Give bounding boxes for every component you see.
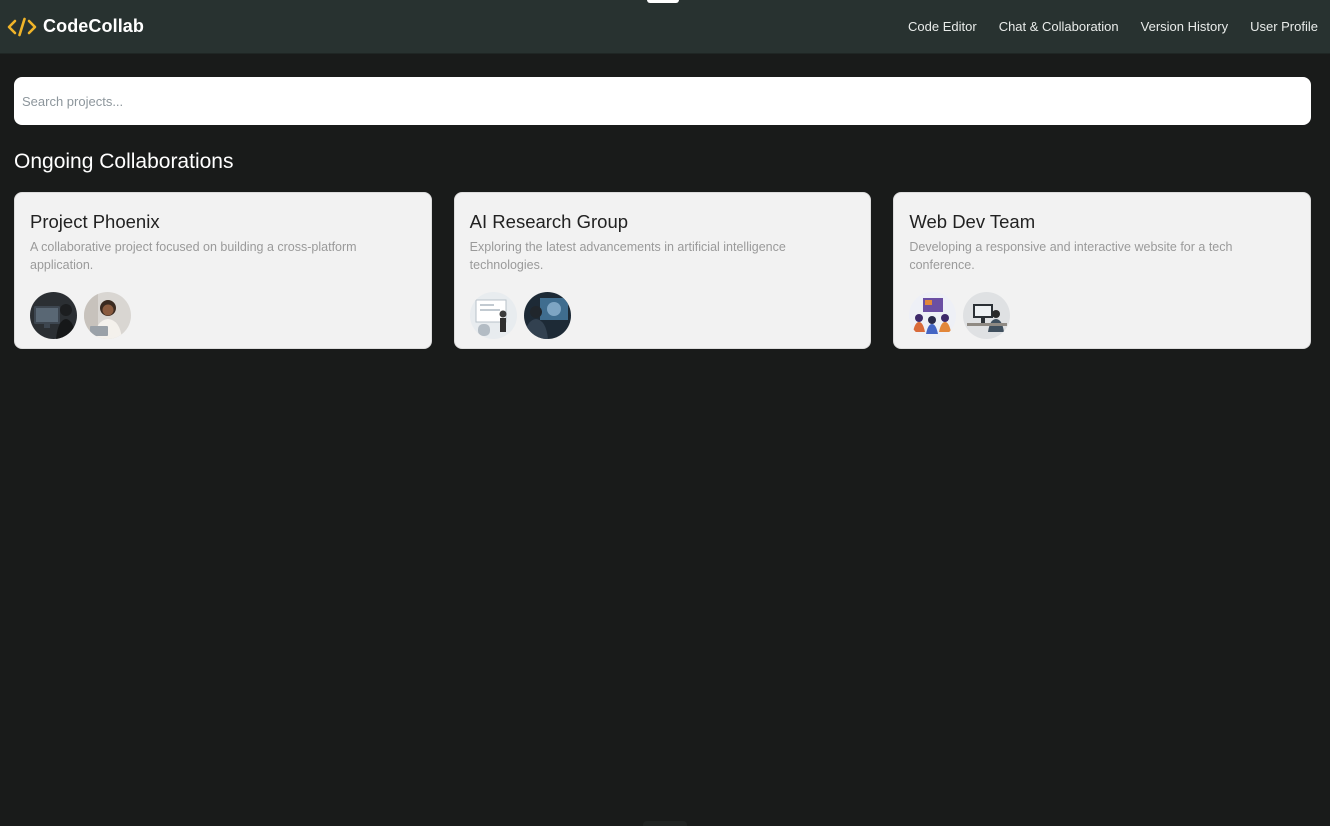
nav-user-profile[interactable]: User Profile [1250,19,1318,34]
project-description: A collaborative project focused on build… [30,240,357,272]
team-meeting-avatar[interactable] [909,292,957,339]
project-description: Exploring the latest advancements in art… [469,240,786,272]
project-title: Project Phoenix [30,211,160,232]
project-card-phoenix[interactable]: Project Phoenix A collaborative project … [14,192,432,349]
brand-name: CodeCollab [43,16,145,36]
bottom-scroll-hint [643,821,687,826]
developer-at-monitor-avatar[interactable] [30,292,77,339]
person-with-laptop-avatar[interactable] [84,292,131,339]
project-card-list: Project Phoenix A collaborative project … [14,192,1312,349]
person-at-desk-avatar[interactable] [963,292,1011,339]
project-title: AI Research Group [469,211,629,232]
collaborator-avatars [909,292,1295,339]
top-navigation-bar: CodeCollab Code Editor Chat & Collaborat… [0,0,1330,54]
main-nav: Code Editor Chat & Collaboration Version… [908,19,1318,34]
search-input[interactable] [14,77,1311,125]
search-bar [14,77,1311,125]
project-card-ai-research[interactable]: AI Research Group Exploring the latest a… [453,192,872,349]
nav-code-editor[interactable]: Code Editor [908,19,977,34]
project-description: Developing a responsive and interactive … [909,240,1233,272]
window-notch [647,0,679,3]
project-card-web-dev[interactable]: Web Dev Team Developing a responsive and… [893,192,1312,349]
collaborator-avatars [30,292,416,339]
collaborator-avatars [469,292,856,339]
code-brackets-icon [7,17,37,37]
project-title: Web Dev Team [909,211,1036,232]
nav-version-history[interactable]: Version History [1141,19,1228,34]
nav-chat-collaboration[interactable]: Chat & Collaboration [999,19,1119,34]
researcher-with-screen-avatar[interactable] [523,292,571,339]
section-title: Ongoing Collaborations [14,150,234,173]
brand-home-link[interactable]: CodeCollab [7,16,144,37]
presenter-at-whiteboard-avatar[interactable] [469,292,517,339]
